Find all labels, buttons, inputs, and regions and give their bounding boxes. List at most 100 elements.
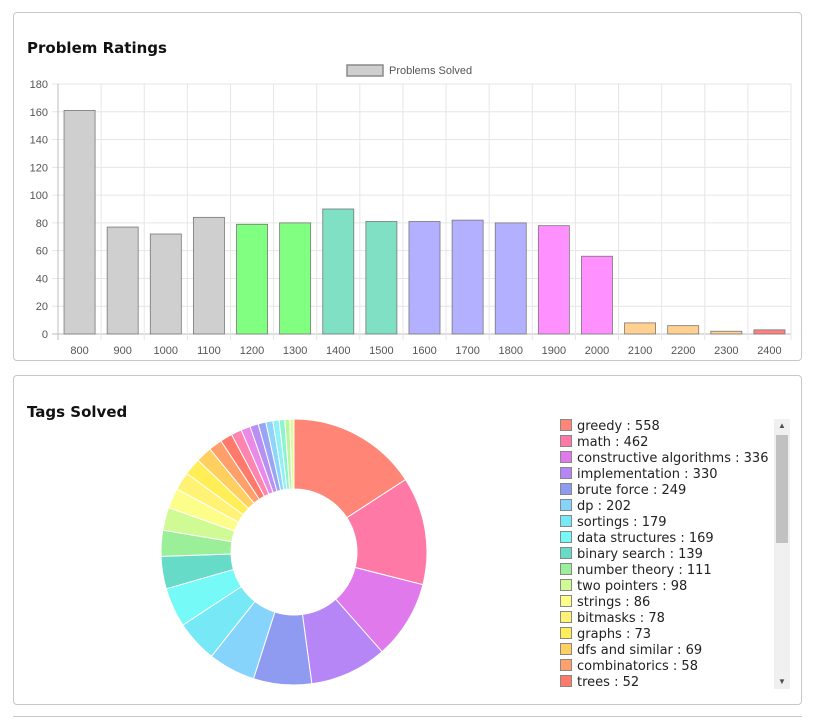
x-tick-label: 1100 <box>197 345 221 357</box>
x-tick-label: 900 <box>113 345 131 357</box>
bar-2100[interactable] <box>624 322 657 335</box>
scroll-up-arrow-icon[interactable]: ▲ <box>774 419 790 433</box>
y-tick-label: 180 <box>30 79 48 91</box>
y-tick-label: 60 <box>36 246 48 258</box>
tags-donut-chart <box>160 418 428 686</box>
legend-separator: : <box>672 643 686 658</box>
legend-swatch <box>560 675 572 687</box>
legend-separator: : <box>668 659 682 674</box>
bar-1500[interactable] <box>365 221 398 335</box>
legend-swatch <box>560 595 572 607</box>
legend-tag-name: strings <box>577 595 622 610</box>
y-tick-label: 140 <box>30 135 48 147</box>
legend-item-greedy[interactable]: greedy : 558 <box>560 419 660 435</box>
legend-separator: : <box>665 547 679 562</box>
legend-separator: : <box>648 483 662 498</box>
legend-separator: : <box>658 579 671 594</box>
legend-tag-count: 558 <box>634 419 660 434</box>
bar-1100[interactable] <box>192 216 225 335</box>
bar-900[interactable] <box>106 226 139 335</box>
bar-2400[interactable] <box>753 329 786 335</box>
legend-tag-count: 69 <box>685 643 703 658</box>
legend-item-bitmasks[interactable]: bitmasks : 78 <box>560 611 665 627</box>
bar-2300[interactable] <box>710 330 743 335</box>
legend-separator: : <box>621 595 634 610</box>
bar-1200[interactable] <box>236 223 268 335</box>
legend-item-brute-force[interactable]: brute force : 249 <box>560 483 686 499</box>
y-tick-label: 100 <box>30 190 48 202</box>
legend-tag-name: dfs and similar <box>577 643 673 658</box>
x-tick-label: 1400 <box>326 345 350 357</box>
legend-item-dp[interactable]: dp : 202 <box>560 499 631 515</box>
x-tick-label: 1200 <box>240 345 264 357</box>
legend-tag-count: 249 <box>661 483 687 498</box>
legend-item-implementation[interactable]: implementation : 330 <box>560 467 718 483</box>
legend-separator: : <box>635 611 649 626</box>
legend-tag-name: data structures <box>577 531 677 546</box>
bar-2200[interactable] <box>667 325 700 335</box>
legend-item-math[interactable]: math : 462 <box>560 435 648 451</box>
legend-item-constructive-algorithms[interactable]: constructive algorithms : 336 <box>560 451 768 467</box>
legend-item-strings[interactable]: strings : 86 <box>560 595 650 611</box>
bar-2000[interactable] <box>581 255 613 335</box>
bar-1000[interactable] <box>149 233 182 335</box>
x-tick-label: 1000 <box>154 345 178 357</box>
bar-legend[interactable]: Problems Solved <box>346 64 472 77</box>
legend-swatch <box>560 451 572 463</box>
x-tick-label: 1900 <box>542 345 566 357</box>
legend-scrollbar[interactable]: ▲ ▼ <box>774 419 790 689</box>
bar-1300[interactable] <box>279 222 312 335</box>
legend-tag-name: implementation <box>577 467 681 482</box>
bar-1900[interactable] <box>537 225 570 335</box>
legend-item-binary-search[interactable]: binary search : 139 <box>560 547 703 563</box>
legend-tag-name: constructive algorithms <box>577 451 731 466</box>
x-tick-label: 2400 <box>757 345 781 357</box>
bar-1800[interactable] <box>494 222 527 335</box>
legend-tag-name: math <box>577 435 611 450</box>
legend-tag-count: 462 <box>623 435 649 450</box>
legend-separator: : <box>609 675 623 689</box>
legend-label: Problems Solved <box>389 65 472 77</box>
bar-1700[interactable] <box>451 219 484 335</box>
legend-swatch <box>560 643 572 655</box>
legend-item-sortings[interactable]: sortings : 179 <box>560 515 667 531</box>
legend-item-dfs-and-similar[interactable]: dfs and similar : 69 <box>560 643 702 659</box>
legend-tag-count: 179 <box>641 515 667 530</box>
y-tick-label: 120 <box>30 162 48 174</box>
bar-800[interactable] <box>63 109 96 335</box>
x-tick-label: 2000 <box>585 345 609 357</box>
legend-swatch <box>560 499 572 511</box>
legend-item-two-pointers[interactable]: two pointers : 98 <box>560 579 687 595</box>
legend-separator: : <box>593 499 607 514</box>
x-tick-label: 800 <box>70 345 88 357</box>
legend-tag-count: 202 <box>606 499 631 514</box>
legend-item-data-structures[interactable]: data structures : 169 <box>560 531 714 547</box>
legend-tag-count: 169 <box>688 531 714 546</box>
legend-item-graphs[interactable]: graphs : 73 <box>560 627 651 643</box>
legend-separator: : <box>680 467 693 482</box>
legend-separator: : <box>610 435 624 450</box>
x-tick-label: 1600 <box>412 345 436 357</box>
legend-swatch <box>560 467 572 479</box>
legend-tag-count: 111 <box>686 563 712 578</box>
legend-tag-name: trees <box>577 675 610 689</box>
legend-separator: : <box>629 515 642 530</box>
legend-tag-name: graphs <box>577 627 622 642</box>
legend-swatch <box>560 547 572 559</box>
tags-legend[interactable]: greedy : 558 math : 462 constructive algor… <box>560 419 790 689</box>
scroll-down-arrow-icon[interactable]: ▼ <box>774 675 790 689</box>
legend-item-trees[interactable]: trees : 52 <box>560 675 639 689</box>
legend-tag-count: 139 <box>678 547 703 562</box>
problem-ratings-card: Problem Ratings Problems Solved 0 20 40 60 80… <box>13 12 802 361</box>
tags-solved-card: Tags Solved greedy : 558 math : 462 constr… <box>13 375 802 705</box>
legend-tag-count: 330 <box>692 467 718 482</box>
scroll-thumb[interactable] <box>776 435 788 543</box>
legend-separator: : <box>674 563 687 578</box>
legend-item-combinatorics[interactable]: combinatorics : 58 <box>560 659 698 675</box>
legend-separator: : <box>676 531 689 546</box>
x-tick-label: 2100 <box>628 345 652 357</box>
bar-1600[interactable] <box>408 221 441 335</box>
legend-swatch <box>560 627 572 639</box>
legend-item-number-theory[interactable]: number theory : 111 <box>560 563 712 579</box>
bar-1400[interactable] <box>322 208 355 335</box>
